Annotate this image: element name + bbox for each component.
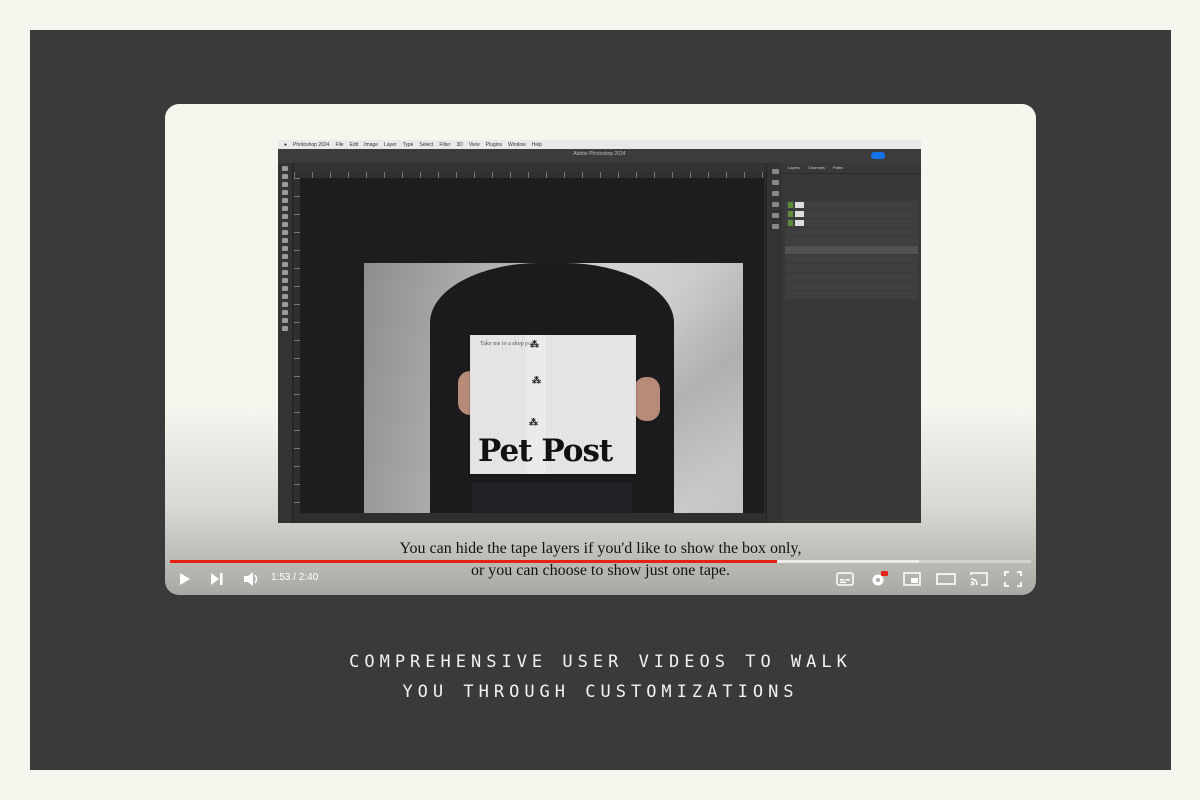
- ps-menu-item: Help: [531, 141, 543, 148]
- ps-menu-item: Image: [364, 141, 379, 148]
- eyedropper-tool-icon: [282, 206, 288, 211]
- right-hand: [634, 377, 660, 421]
- ps-toolbar: [278, 163, 293, 523]
- player-controls: 1:53 / 2:40: [165, 564, 1036, 595]
- ps-canvas-area: Take me to a shop pets. ⁂ ⁂ ⁂ Pet Post: [300, 178, 764, 513]
- ps-menu-item: 3D: [456, 141, 463, 148]
- ps-status-bar: [294, 513, 768, 523]
- theater-mode-icon[interactable]: [936, 571, 956, 587]
- swatches-icon: [771, 224, 779, 229]
- volume-icon[interactable]: [243, 571, 261, 587]
- ps-menu-item: Window: [508, 141, 526, 148]
- ps-menubar: ● Photoshop 2024 File Edit Image Layer T…: [278, 140, 921, 149]
- ps-options-bar: Adobe Photoshop 2024: [278, 149, 921, 164]
- layer-row: [785, 201, 918, 209]
- pen-tool-icon: [282, 278, 288, 283]
- layer-row: [785, 210, 918, 218]
- person-lower: [472, 483, 632, 513]
- ps-window-title: Adobe Photoshop 2024: [573, 151, 626, 157]
- layer-row: [785, 237, 918, 245]
- layer-row: [785, 246, 918, 254]
- ps-app-name: Photoshop 2024: [293, 141, 330, 148]
- mockup-photo: Take me to a shop pets. ⁂ ⁂ ⁂ Pet Post: [364, 263, 743, 513]
- panel-tab: Layers: [788, 165, 801, 170]
- video-player[interactable]: ● Photoshop 2024 File Edit Image Layer T…: [165, 104, 1036, 595]
- layer-row: [785, 291, 918, 299]
- brush-tool-icon: [282, 222, 288, 227]
- apple-icon: ●: [284, 141, 288, 148]
- ps-menu-item: Type: [402, 141, 414, 148]
- heal-tool-icon: [282, 214, 288, 219]
- eraser-tool-icon: [282, 246, 288, 251]
- ps-menu-item: Select: [419, 141, 434, 148]
- ps-menu-item: Edit: [349, 141, 359, 148]
- time-display: 1:53 / 2:40: [271, 572, 319, 583]
- history-brush-icon: [282, 238, 288, 243]
- ps-document-tab: [294, 163, 770, 172]
- progress-played: [170, 560, 777, 563]
- cast-icon[interactable]: [970, 571, 988, 587]
- ps-panel-dock: [766, 163, 783, 523]
- tape-mark: ⁂: [532, 375, 541, 385]
- next-icon[interactable]: [209, 571, 225, 587]
- subtitles-icon[interactable]: [836, 571, 854, 587]
- ps-share-button: [871, 152, 885, 159]
- color-icon: [771, 213, 779, 218]
- color-swatch-icon: [282, 326, 288, 331]
- shape-tool-icon: [282, 302, 288, 307]
- layer-row: [785, 282, 918, 290]
- layer-row: [785, 273, 918, 281]
- box-brand: Pet Post: [478, 433, 613, 469]
- tape-mark: ⁂: [530, 339, 539, 349]
- dodge-tool-icon: [282, 270, 288, 275]
- footer-heading-line-2: YOU THROUGH CUSTOMIZATIONS: [402, 682, 799, 702]
- marquee-tool-icon: [282, 174, 288, 179]
- photoshop-screenshot: ● Photoshop 2024 File Edit Image Layer T…: [278, 140, 921, 523]
- path-select-icon: [282, 294, 288, 299]
- zoom-tool-icon: [282, 318, 288, 323]
- caption-line-1: You can hide the tape layers if you'd li…: [399, 540, 802, 557]
- ps-menu-item: File: [335, 141, 344, 148]
- ps-menu-item: Layer: [384, 141, 397, 148]
- panel-tab: Paths: [832, 165, 844, 170]
- move-tool-icon: [282, 166, 288, 171]
- tape-mark: ⁂: [529, 417, 538, 427]
- ps-menu-item: Filter: [439, 141, 451, 148]
- select-tool-icon: [282, 190, 288, 195]
- ps-menu-item: View: [468, 141, 480, 148]
- miniplayer-icon[interactable]: [903, 571, 921, 587]
- layer-row: [785, 219, 918, 227]
- stamp-tool-icon: [282, 230, 288, 235]
- gradient-tool-icon: [282, 254, 288, 259]
- blur-tool-icon: [282, 262, 288, 267]
- footer-heading-line-1: COMPREHENSIVE USER VIDEOS TO WALK: [349, 652, 852, 672]
- history-icon: [771, 169, 779, 174]
- properties-icon: [771, 180, 779, 185]
- lasso-tool-icon: [282, 182, 288, 187]
- ps-menu-item: Plugins: [485, 141, 502, 148]
- ps-layers-panel: Layers Channels Paths: [782, 163, 921, 523]
- shipping-box: Take me to a shop pets. ⁂ ⁂ ⁂ Pet Post: [470, 335, 636, 474]
- settings-gear-icon[interactable]: [870, 571, 888, 587]
- layer-row: [785, 228, 918, 236]
- type-tool-icon: [282, 286, 288, 291]
- fullscreen-icon[interactable]: [1004, 571, 1022, 587]
- panel-tab: Channels: [808, 165, 825, 170]
- libraries-icon: [771, 202, 779, 207]
- layer-row: [785, 255, 918, 263]
- crop-tool-icon: [282, 198, 288, 203]
- play-icon[interactable]: [177, 571, 193, 587]
- adjustments-icon: [771, 191, 779, 196]
- progress-bar[interactable]: [170, 560, 1031, 563]
- ps-panel-tabs: Layers Channels Paths: [782, 163, 921, 174]
- hand-tool-icon: [282, 310, 288, 315]
- layer-row: [785, 264, 918, 272]
